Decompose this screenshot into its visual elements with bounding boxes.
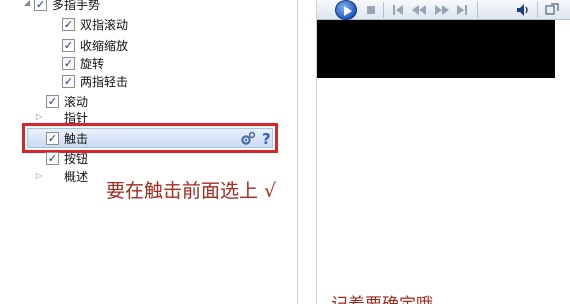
checkbox[interactable]: ✓ [62, 74, 75, 88]
tree-item-label: 收缩缩放 [80, 38, 129, 53]
previous-icon [393, 5, 403, 15]
tree-item-tap[interactable]: ✓ 触击 [46, 129, 88, 147]
tree-item-pinch-zoom[interactable]: ✓ 收缩缩放 [62, 36, 128, 54]
gear-icon[interactable] [240, 131, 256, 147]
expand-arrow-icon[interactable]: ▷ [34, 171, 44, 180]
toolbar-separator [477, 2, 478, 18]
next-icon [457, 5, 467, 15]
collapse-arrow-icon[interactable]: ◢ [22, 0, 32, 7]
media-preview-panel: 记着要确定哦 [316, 0, 570, 304]
checkbox[interactable]: ✓ [34, 0, 47, 11]
volume-icon[interactable] [517, 4, 531, 16]
tree-item-rotate[interactable]: ✓ 旋转 [62, 54, 104, 72]
tree-item-label: 概述 [64, 169, 89, 184]
rewind-icon [412, 5, 426, 15]
tree-item-overview[interactable]: ▷ 概述 [36, 167, 89, 185]
annotation-select-tap: 要在触击前面选上 √ [106, 180, 277, 202]
settings-tree-panel: ◢ ✓ 多指手势 ✓ 双指滚动 ✓ 收缩缩放 ✓ 旋转 ✓ 两指轻击 ✓ 滚动 … [0, 0, 298, 304]
toolbar-separator [383, 2, 384, 18]
tree-item-two-finger-scroll[interactable]: ✓ 双指滚动 [62, 15, 128, 33]
checkbox[interactable]: ✓ [62, 56, 75, 70]
tree-item-two-finger-tap[interactable]: ✓ 两指轻击 [62, 72, 128, 90]
play-button[interactable] [335, 0, 357, 20]
switch-view-icon[interactable] [545, 3, 559, 17]
annotation-remember-confirm: 记着要确定哦 [331, 290, 433, 304]
checkbox[interactable]: ✓ [46, 151, 59, 165]
tree-item-label: 滚动 [64, 94, 89, 109]
checkbox[interactable]: ✓ [46, 94, 59, 108]
tree-item-label: 双指滚动 [80, 17, 129, 32]
transport-icons [393, 5, 467, 15]
expand-arrow-icon[interactable]: ▷ [34, 112, 44, 121]
video-preview-area [317, 20, 555, 78]
checkbox[interactable]: ✓ [62, 17, 75, 31]
panel-gap [304, 0, 316, 304]
media-toolbar [317, 0, 570, 20]
tree-item-label: 多指手势 [52, 0, 101, 12]
tree-item-buttons[interactable]: ✓ 按钮 [46, 149, 88, 167]
tree-item-multi-finger-gestures[interactable]: ◢ ✓ 多指手势 [24, 0, 101, 13]
row-action-icons: ? [240, 131, 271, 147]
checkbox[interactable]: ✓ [46, 131, 59, 145]
help-icon[interactable]: ? [262, 131, 271, 147]
tree-item-label: 旋转 [80, 56, 105, 71]
tree-item-label: 两指轻击 [80, 74, 129, 89]
checkbox[interactable]: ✓ [62, 38, 75, 52]
stop-icon[interactable] [367, 6, 375, 14]
tree-item-label: 按钮 [64, 151, 89, 166]
fast-forward-icon [435, 5, 449, 15]
tree-item-label: 触击 [64, 131, 89, 146]
toolbar-separator [537, 2, 538, 18]
